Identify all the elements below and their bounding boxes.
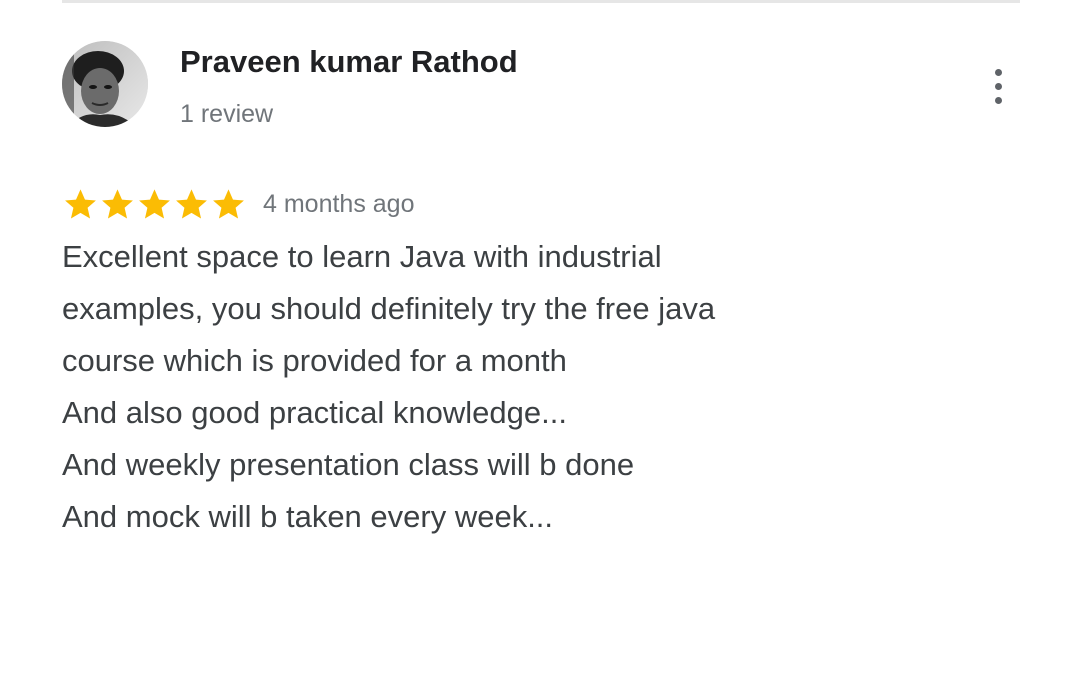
star-icon — [176, 188, 207, 219]
more-vert-icon-dot — [994, 82, 1002, 90]
profile-photo — [62, 41, 148, 127]
review-text-line: Excellent space to learn Java with indus… — [62, 239, 662, 274]
review-text-line: course which is provided for a month — [62, 343, 567, 378]
review-text: Excellent space to learn Java with indus… — [62, 231, 982, 543]
review-card: Praveen kumar Rathod 1 review 4 months a… — [0, 0, 1080, 699]
star-icon — [102, 188, 133, 219]
review-text-line: examples, you should definitely try the … — [62, 291, 716, 326]
more-options-button[interactable] — [978, 62, 1018, 110]
more-vert-icon — [994, 68, 1002, 76]
author-name[interactable]: Praveen kumar Rathod — [180, 44, 518, 80]
star-rating — [62, 186, 247, 223]
review-text-line: And also good practical knowledge... — [62, 395, 567, 430]
review-text-line: And weekly presentation class will b don… — [62, 447, 635, 482]
star-icon — [139, 188, 170, 219]
review-text-line: And mock will b taken every week... — [62, 499, 554, 534]
review-count: 1 review — [180, 100, 274, 128]
rating-row: 4 months ago — [62, 184, 415, 224]
avatar[interactable] — [62, 41, 148, 127]
more-vert-icon-dot — [994, 96, 1002, 104]
star-icon — [213, 188, 244, 219]
star-icon — [65, 188, 96, 219]
review-time: 4 months ago — [263, 189, 415, 218]
